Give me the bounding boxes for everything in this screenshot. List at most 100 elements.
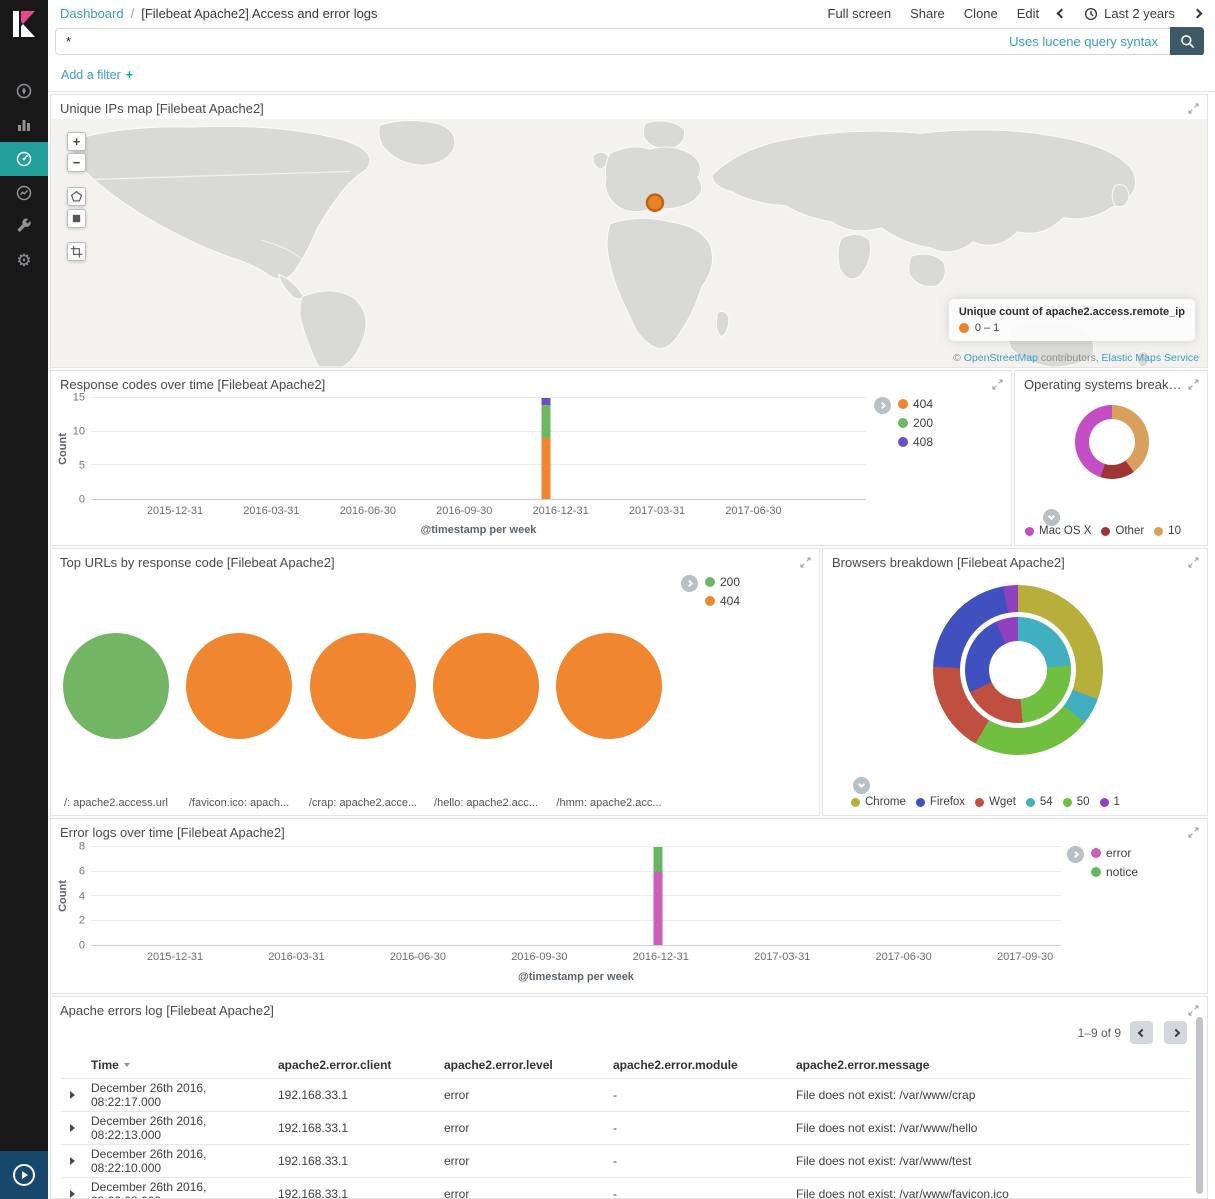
- edit-button[interactable]: Edit: [1017, 6, 1039, 21]
- query-bar: Uses lucene query syntax: [48, 27, 1215, 55]
- cell-message: File does not exist: /var/www/test: [796, 1154, 1191, 1168]
- legend-item[interactable]: Wget: [975, 796, 1016, 808]
- stacked-bar[interactable]: [653, 847, 662, 945]
- share-button[interactable]: Share: [910, 6, 945, 21]
- legend-collapse-icon[interactable]: [853, 777, 870, 794]
- y-tick-label: 4: [79, 891, 85, 902]
- sidebar-item-management[interactable]: ⚙: [0, 244, 48, 278]
- next-page-button[interactable]: [1164, 1021, 1187, 1044]
- bar-segment[interactable]: [541, 438, 550, 499]
- crop-tool-button[interactable]: [67, 242, 86, 261]
- expand-panel-icon[interactable]: [1188, 1005, 1199, 1016]
- column-header-module[interactable]: apache2.error.module: [613, 1058, 796, 1072]
- lucene-syntax-link[interactable]: Uses lucene query syntax: [1009, 34, 1158, 49]
- table-row: December 26th 2016, 08:22:10.000 192.168…: [61, 1144, 1191, 1177]
- legend-item[interactable]: 404: [705, 594, 740, 608]
- map-attribution: © OpenStreetMap contributors, Elastic Ma…: [953, 352, 1199, 364]
- expand-row-icon[interactable]: [70, 1190, 75, 1198]
- legend-collapse-icon[interactable]: [1043, 509, 1060, 526]
- legend-item[interactable]: Firefox: [916, 796, 965, 808]
- previous-page-button[interactable]: [1130, 1021, 1153, 1044]
- map-canvas[interactable]: + − Unique count of apache2.access.remot…: [51, 119, 1207, 367]
- clock-icon: [1084, 7, 1098, 21]
- sidebar-item-timelion[interactable]: [0, 176, 48, 210]
- sidebar-item-discover[interactable]: [0, 74, 48, 108]
- full-screen-button[interactable]: Full screen: [828, 6, 892, 21]
- expand-row-icon[interactable]: [70, 1091, 75, 1099]
- time-picker-button[interactable]: Last 2 years: [1084, 6, 1175, 21]
- donut-ring[interactable]: [1075, 405, 1149, 479]
- legend-collapse-icon[interactable]: [1067, 846, 1084, 863]
- bar-segment[interactable]: [541, 405, 550, 439]
- gridline: [91, 431, 866, 432]
- legend-label: Mac OS X: [1039, 525, 1091, 537]
- gridline: [91, 397, 866, 398]
- legend-item[interactable]: 200: [705, 575, 740, 589]
- pie-url-hello[interactable]: [433, 633, 539, 739]
- legend-swatch: [959, 323, 969, 333]
- x-axis-title: @timestamp per week: [91, 524, 866, 536]
- legend-item[interactable]: 404: [898, 397, 933, 411]
- add-filter-link[interactable]: Add a filter: [61, 68, 121, 82]
- legend-item[interactable]: error: [1091, 846, 1138, 860]
- sidebar-item-visualize[interactable]: [0, 108, 48, 142]
- scrollbar-thumb[interactable]: [1196, 1017, 1203, 1194]
- panel-header: Operating systems breakd...: [1015, 371, 1207, 395]
- legend-item[interactable]: 1: [1100, 796, 1120, 808]
- expand-row-icon[interactable]: [70, 1124, 75, 1132]
- column-header-client[interactable]: apache2.error.client: [278, 1058, 444, 1072]
- expand-panel-icon[interactable]: [1188, 379, 1199, 390]
- expand-panel-icon[interactable]: [1188, 557, 1199, 568]
- search-input[interactable]: [56, 34, 1009, 49]
- expand-panel-icon[interactable]: [992, 379, 1003, 390]
- openstreetmap-link[interactable]: OpenStreetMap: [964, 352, 1038, 364]
- donut-hole: [989, 641, 1047, 699]
- expand-panel-icon[interactable]: [1188, 103, 1199, 114]
- bar-segment[interactable]: [653, 847, 662, 872]
- elastic-maps-service-link[interactable]: Elastic Maps Service: [1102, 352, 1199, 364]
- legend-item[interactable]: 54: [1026, 796, 1053, 808]
- rectangle-tool-button[interactable]: [67, 209, 86, 228]
- legend-collapse-icon[interactable]: [874, 397, 891, 414]
- legend-item[interactable]: 408: [898, 435, 933, 449]
- sidebar-item-dashboard[interactable]: [0, 142, 48, 176]
- bar-segment[interactable]: [653, 872, 662, 946]
- collapse-nav-button[interactable]: [0, 1151, 48, 1199]
- legend-item[interactable]: Other: [1101, 525, 1144, 537]
- expand-panel-icon[interactable]: [800, 557, 811, 568]
- x-tick-label: 2017-06-30: [725, 505, 781, 517]
- legend-item[interactable]: Chrome: [851, 796, 906, 808]
- zoom-in-button[interactable]: +: [67, 132, 86, 151]
- legend-item[interactable]: 50: [1063, 796, 1090, 808]
- pie-url-root[interactable]: [63, 633, 169, 739]
- column-header-level[interactable]: apache2.error.level: [444, 1058, 613, 1072]
- column-header-message[interactable]: apache2.error.message: [796, 1058, 1191, 1072]
- expand-row-icon[interactable]: [70, 1157, 75, 1165]
- add-filter-plus-icon[interactable]: +: [126, 68, 133, 82]
- column-header-time[interactable]: Time: [91, 1058, 278, 1072]
- sidebar-item-dev-tools[interactable]: [0, 210, 48, 244]
- time-forward-icon[interactable]: [1193, 9, 1203, 19]
- pie-url-hmm[interactable]: [556, 633, 662, 739]
- bar-segment[interactable]: [541, 398, 550, 405]
- legend-item[interactable]: 200: [898, 416, 933, 430]
- stacked-bar[interactable]: [541, 398, 550, 499]
- legend-swatch: [1154, 527, 1163, 536]
- legend-collapse-icon[interactable]: [681, 575, 698, 592]
- x-tick-label: 2015-12-31: [147, 951, 203, 963]
- clone-button[interactable]: Clone: [964, 6, 998, 21]
- pie-url-favicon[interactable]: [186, 633, 292, 739]
- ip-marker[interactable]: [647, 195, 663, 211]
- breadcrumb-dashboard-link[interactable]: Dashboard: [60, 6, 124, 21]
- kibana-logo[interactable]: [0, 0, 48, 48]
- search-button[interactable]: [1170, 27, 1204, 56]
- legend-item[interactable]: 10: [1154, 525, 1181, 537]
- expand-panel-icon[interactable]: [1188, 827, 1199, 838]
- time-back-icon[interactable]: [1057, 9, 1067, 19]
- pie-url-crap[interactable]: [310, 633, 416, 739]
- polygon-tool-button[interactable]: [67, 187, 86, 206]
- legend-item[interactable]: notice: [1091, 865, 1138, 879]
- donut-ring[interactable]: [965, 617, 1071, 723]
- legend-item[interactable]: Mac OS X: [1025, 525, 1091, 537]
- cell-time: December 26th 2016, 08:22:13.000: [91, 1114, 278, 1142]
